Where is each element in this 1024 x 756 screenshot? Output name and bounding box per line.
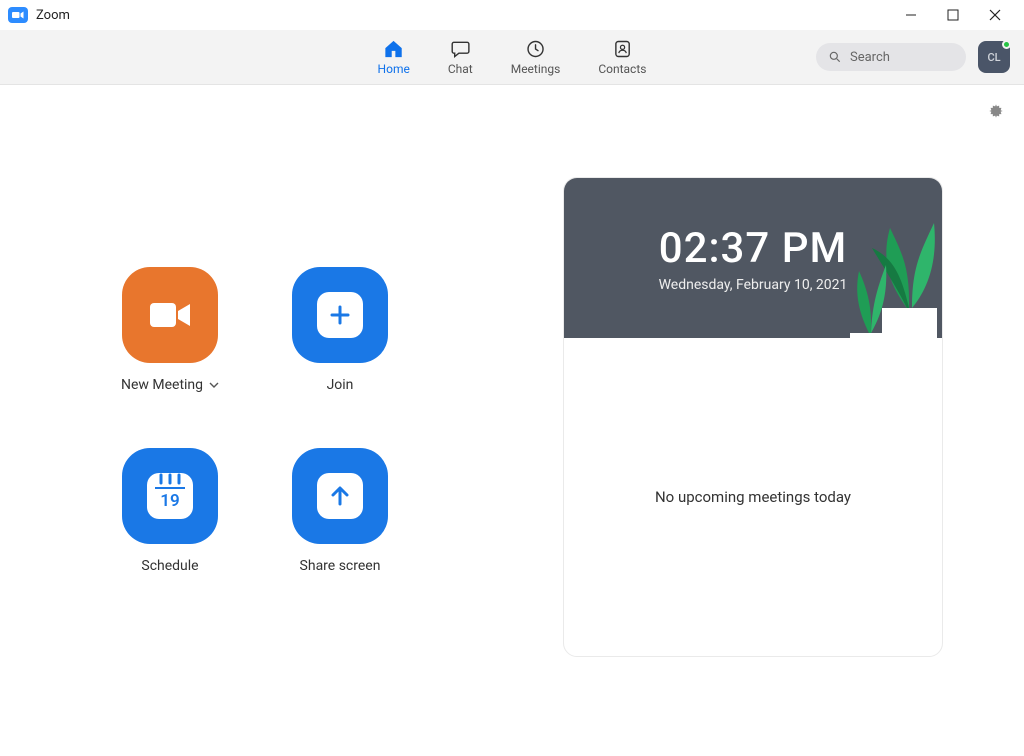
tab-meetings-label: Meetings bbox=[511, 62, 561, 76]
clock-date: Wednesday, February 10, 2021 bbox=[659, 277, 848, 293]
titlebar: Zoom bbox=[0, 0, 1024, 30]
tab-home-label: Home bbox=[378, 62, 410, 76]
tab-home[interactable]: Home bbox=[378, 38, 410, 76]
maximize-button[interactable] bbox=[932, 0, 974, 30]
no-meetings-message: No upcoming meetings today bbox=[655, 488, 851, 506]
new-meeting-button[interactable] bbox=[122, 267, 218, 363]
join-button[interactable] bbox=[292, 267, 388, 363]
settings-button[interactable] bbox=[986, 101, 1006, 125]
video-camera-icon bbox=[146, 297, 194, 333]
arrow-up-icon bbox=[328, 484, 352, 508]
tab-contacts-label: Contacts bbox=[598, 62, 646, 76]
share-screen-label: Share screen bbox=[300, 558, 381, 574]
share-screen-button[interactable] bbox=[292, 448, 388, 544]
panel-header: 02:37 PM Wednesday, February 10, 2021 bbox=[564, 178, 942, 338]
schedule-tile[interactable]: 19 Schedule bbox=[90, 448, 250, 574]
nav-tabs: Home Chat Meetings Contacts bbox=[378, 38, 647, 76]
plus-icon bbox=[328, 303, 352, 327]
contacts-icon bbox=[612, 38, 632, 60]
close-button[interactable] bbox=[974, 0, 1016, 30]
share-screen-tile[interactable]: Share screen bbox=[260, 448, 420, 574]
schedule-button[interactable]: 19 bbox=[122, 448, 218, 544]
tab-chat-label: Chat bbox=[448, 62, 473, 76]
nav-bar: Home Chat Meetings Contacts Search CL bbox=[0, 30, 1024, 85]
new-meeting-label: New Meeting bbox=[121, 377, 203, 393]
tab-meetings[interactable]: Meetings bbox=[511, 38, 561, 76]
minimize-button[interactable] bbox=[890, 0, 932, 30]
clock-time: 02:37 PM bbox=[659, 224, 848, 273]
avatar-initials: CL bbox=[987, 51, 1000, 64]
search-placeholder: Search bbox=[850, 50, 890, 65]
schedule-label: Schedule bbox=[141, 558, 198, 574]
search-icon bbox=[828, 50, 842, 64]
window-controls bbox=[890, 0, 1016, 30]
chat-icon bbox=[450, 38, 470, 60]
chevron-down-icon[interactable] bbox=[209, 380, 219, 390]
tab-chat[interactable]: Chat bbox=[448, 38, 473, 76]
clock-icon bbox=[526, 38, 546, 60]
zoom-logo-icon bbox=[8, 7, 28, 23]
tab-contacts[interactable]: Contacts bbox=[598, 38, 646, 76]
join-label: Join bbox=[327, 377, 354, 393]
new-meeting-tile[interactable]: New Meeting bbox=[90, 267, 250, 393]
window-title: Zoom bbox=[36, 8, 70, 23]
action-tiles: New Meeting Join bbox=[0, 85, 510, 756]
main-content: New Meeting Join bbox=[0, 85, 1024, 756]
upcoming-panel: 02:37 PM Wednesday, February 10, 2021 bbox=[563, 177, 943, 657]
avatar[interactable]: CL bbox=[978, 41, 1010, 73]
search-input[interactable]: Search bbox=[816, 43, 966, 71]
home-icon bbox=[383, 38, 405, 60]
presence-indicator bbox=[1002, 40, 1011, 49]
plant-decoration-icon bbox=[842, 253, 897, 338]
join-tile[interactable]: Join bbox=[260, 267, 420, 393]
calendar-icon bbox=[147, 473, 193, 519]
